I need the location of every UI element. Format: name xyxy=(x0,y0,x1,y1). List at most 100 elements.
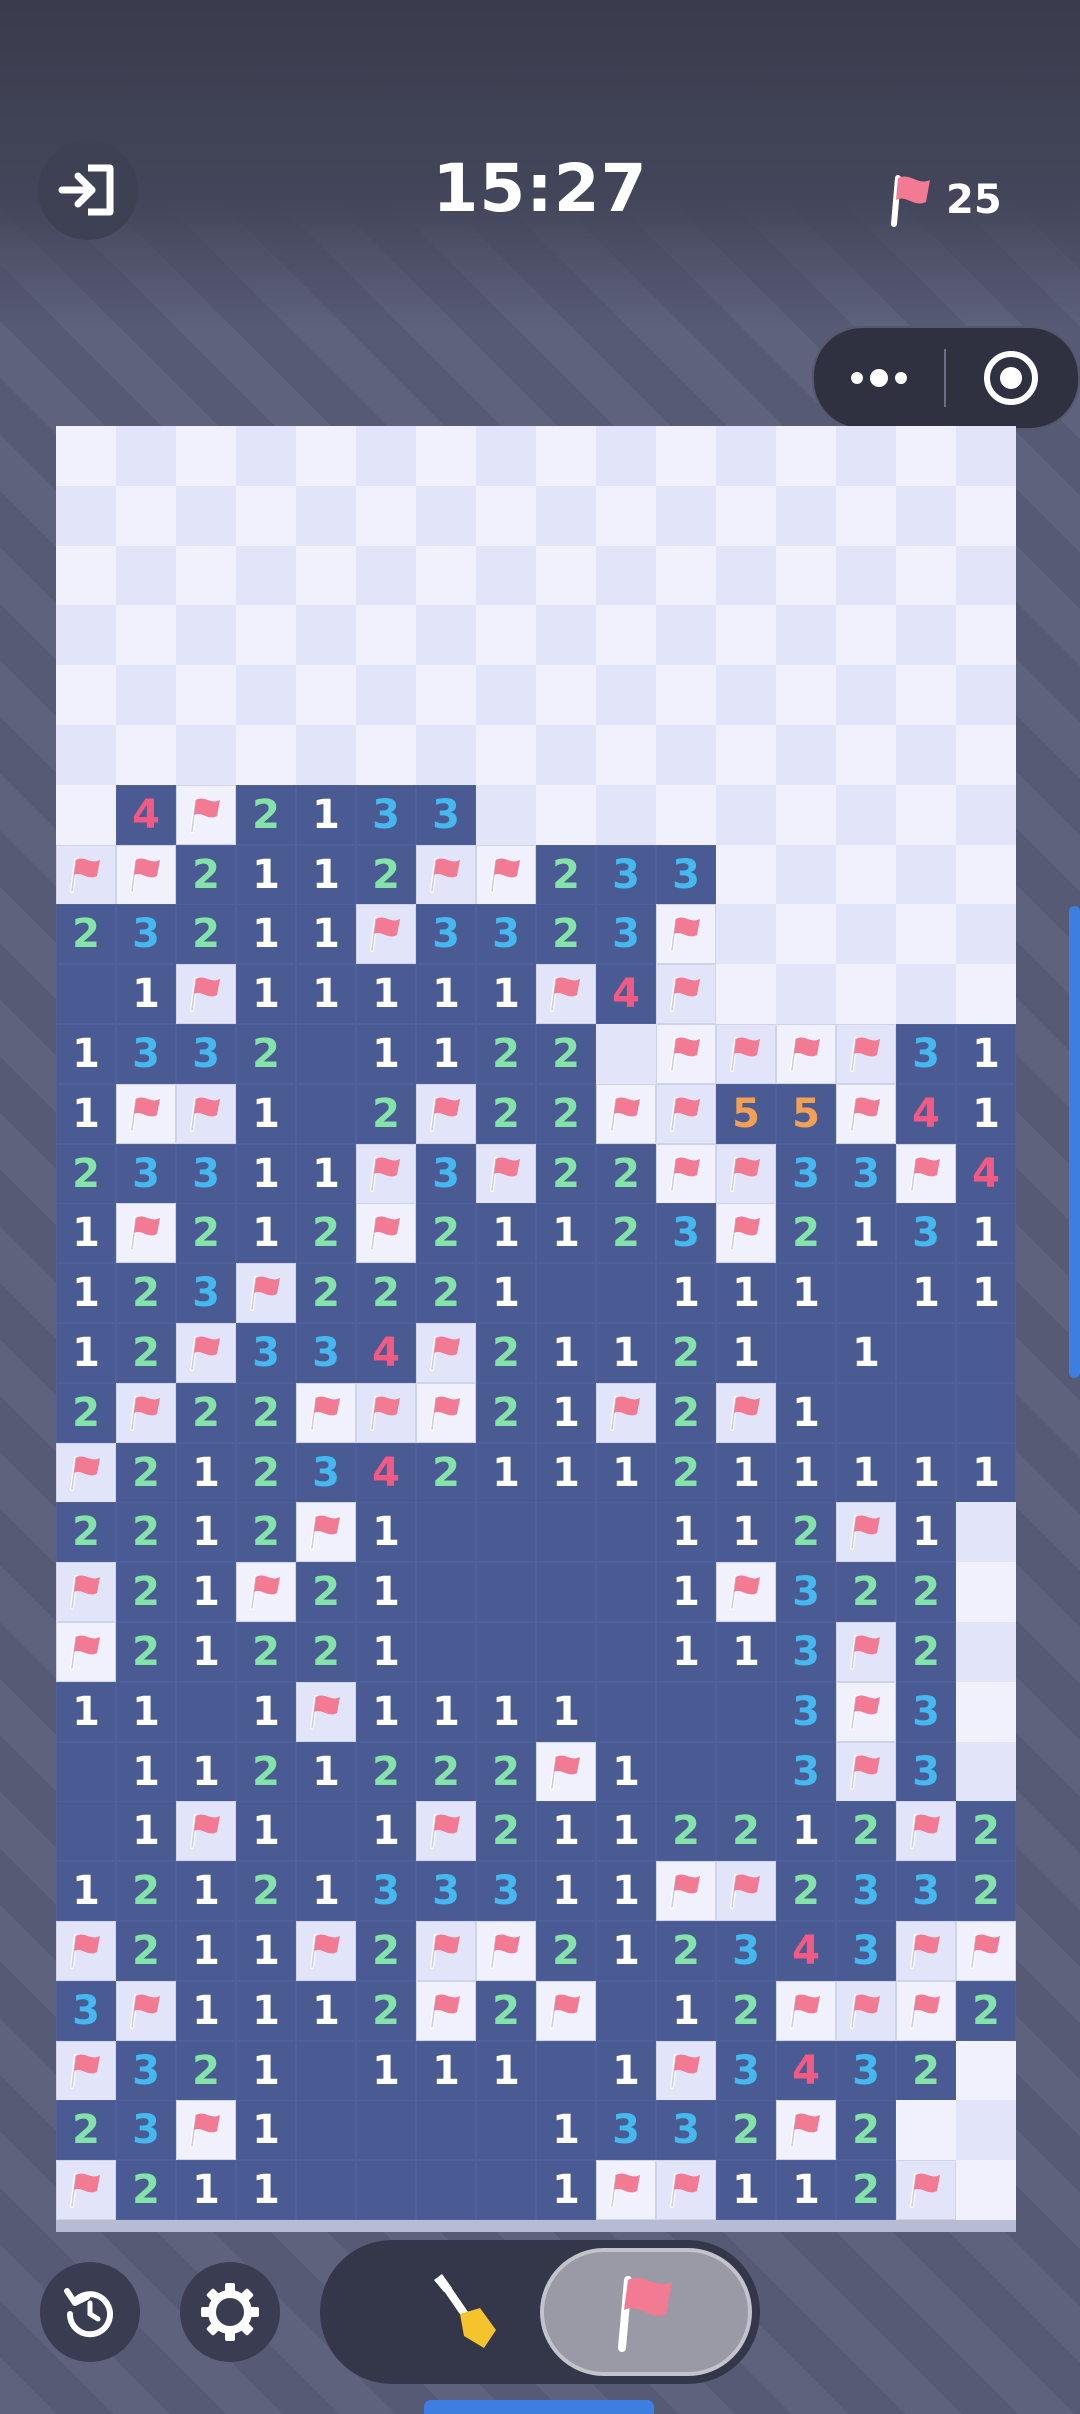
number-cell[interactable]: 2 xyxy=(536,1921,596,1981)
number-cell[interactable]: 3 xyxy=(296,1323,356,1383)
open-cell[interactable] xyxy=(536,2040,596,2101)
number-cell[interactable]: 3 xyxy=(896,1861,956,1922)
number-cell[interactable]: 1 xyxy=(116,1681,176,1742)
covered-cell[interactable] xyxy=(716,725,776,785)
number-cell[interactable]: 2 xyxy=(176,844,236,905)
open-cell[interactable] xyxy=(596,1502,656,1563)
number-cell[interactable]: 3 xyxy=(836,2040,896,2101)
covered-cell[interactable] xyxy=(116,485,176,546)
covered-cell[interactable] xyxy=(476,545,536,606)
number-cell[interactable]: 1 xyxy=(536,1323,596,1383)
flagged-cell[interactable] xyxy=(656,964,716,1025)
number-cell[interactable]: 1 xyxy=(536,1442,596,1503)
covered-cell[interactable] xyxy=(116,426,176,486)
number-cell[interactable]: 1 xyxy=(356,1024,416,1084)
open-cell[interactable] xyxy=(416,2100,476,2161)
number-cell[interactable]: 2 xyxy=(356,1921,416,1981)
number-cell[interactable]: 2 xyxy=(776,1861,836,1922)
covered-cell[interactable] xyxy=(956,2040,1016,2101)
covered-cell[interactable] xyxy=(176,665,236,726)
number-cell[interactable]: 1 xyxy=(536,2160,596,2221)
number-cell[interactable]: 2 xyxy=(176,1203,236,1264)
covered-cell[interactable] xyxy=(536,485,596,546)
number-cell[interactable]: 1 xyxy=(176,1861,236,1922)
covered-cell[interactable] xyxy=(296,725,356,785)
number-cell[interactable]: 1 xyxy=(956,1024,1016,1084)
covered-cell[interactable] xyxy=(596,665,656,726)
flagged-cell[interactable] xyxy=(776,1980,836,2041)
number-cell[interactable]: 1 xyxy=(56,1083,116,1144)
number-cell[interactable]: 3 xyxy=(416,784,476,845)
minesweeper-board[interactable]: 4213321122332321133231111114133211223111… xyxy=(56,426,1016,2221)
number-cell[interactable]: 1 xyxy=(836,1442,896,1503)
number-cell[interactable]: 1 xyxy=(356,1562,416,1623)
close-mini-program-button[interactable] xyxy=(946,328,1076,428)
exit-button[interactable] xyxy=(38,140,138,240)
covered-cell[interactable] xyxy=(896,964,956,1025)
number-cell[interactable]: 2 xyxy=(716,2100,776,2161)
number-cell[interactable]: 1 xyxy=(716,2160,776,2221)
covered-cell[interactable] xyxy=(296,665,356,726)
flagged-cell[interactable] xyxy=(776,1024,836,1084)
flagged-cell[interactable] xyxy=(116,844,176,905)
number-cell[interactable]: 2 xyxy=(116,1323,176,1383)
flagged-cell[interactable] xyxy=(296,1921,356,1981)
covered-cell[interactable] xyxy=(656,784,716,845)
covered-cell[interactable] xyxy=(596,485,656,546)
open-cell[interactable] xyxy=(476,1562,536,1623)
number-cell[interactable]: 1 xyxy=(356,1502,416,1563)
number-cell[interactable]: 2 xyxy=(656,1921,716,1981)
covered-cell[interactable] xyxy=(956,665,1016,726)
number-cell[interactable]: 2 xyxy=(776,1203,836,1264)
number-cell[interactable]: 3 xyxy=(416,1143,476,1204)
number-cell[interactable]: 1 xyxy=(716,1263,776,1324)
number-cell[interactable]: 3 xyxy=(776,1741,836,1802)
number-cell[interactable]: 1 xyxy=(236,964,296,1025)
number-cell[interactable]: 1 xyxy=(416,1024,476,1084)
covered-cell[interactable] xyxy=(656,485,716,546)
number-cell[interactable]: 1 xyxy=(596,1921,656,1981)
flagged-cell[interactable] xyxy=(716,1024,776,1084)
number-cell[interactable]: 2 xyxy=(416,1442,476,1503)
open-cell[interactable] xyxy=(956,1323,1016,1383)
covered-cell[interactable] xyxy=(956,426,1016,486)
number-cell[interactable]: 1 xyxy=(296,1861,356,1922)
number-cell[interactable]: 1 xyxy=(956,1442,1016,1503)
flagged-cell[interactable] xyxy=(476,1921,536,1981)
open-cell[interactable] xyxy=(956,1382,1016,1443)
number-cell[interactable]: 2 xyxy=(536,904,596,965)
covered-cell[interactable] xyxy=(956,605,1016,666)
covered-cell[interactable] xyxy=(836,844,896,905)
covered-cell[interactable] xyxy=(56,605,116,666)
number-cell[interactable]: 1 xyxy=(776,2160,836,2221)
covered-cell[interactable] xyxy=(956,1622,1016,1682)
open-cell[interactable] xyxy=(476,1622,536,1682)
number-cell[interactable]: 1 xyxy=(596,1323,656,1383)
covered-cell[interactable] xyxy=(776,605,836,666)
covered-cell[interactable] xyxy=(776,426,836,486)
number-cell[interactable]: 1 xyxy=(656,1502,716,1563)
covered-cell[interactable] xyxy=(776,784,836,845)
number-cell[interactable]: 2 xyxy=(116,1263,176,1324)
number-cell[interactable]: 2 xyxy=(476,1801,536,1862)
number-cell[interactable]: 2 xyxy=(416,1741,476,1802)
flagged-cell[interactable] xyxy=(416,1980,476,2041)
number-cell[interactable]: 2 xyxy=(56,1143,116,1204)
covered-cell[interactable] xyxy=(956,964,1016,1025)
flagged-cell[interactable] xyxy=(896,1143,956,1204)
open-cell[interactable] xyxy=(596,1681,656,1742)
number-cell[interactable]: 1 xyxy=(356,2040,416,2101)
more-button[interactable] xyxy=(814,328,944,428)
covered-cell[interactable] xyxy=(896,605,956,666)
covered-cell[interactable] xyxy=(896,784,956,845)
number-cell[interactable]: 1 xyxy=(296,904,356,965)
number-cell[interactable]: 1 xyxy=(956,1203,1016,1264)
restart-button[interactable] xyxy=(40,2262,140,2362)
covered-cell[interactable] xyxy=(836,784,896,845)
covered-cell[interactable] xyxy=(296,426,356,486)
covered-cell[interactable] xyxy=(836,964,896,1025)
flagged-cell[interactable] xyxy=(656,2040,716,2101)
number-cell[interactable]: 3 xyxy=(116,1024,176,1084)
open-cell[interactable] xyxy=(596,1562,656,1623)
covered-cell[interactable] xyxy=(476,605,536,666)
